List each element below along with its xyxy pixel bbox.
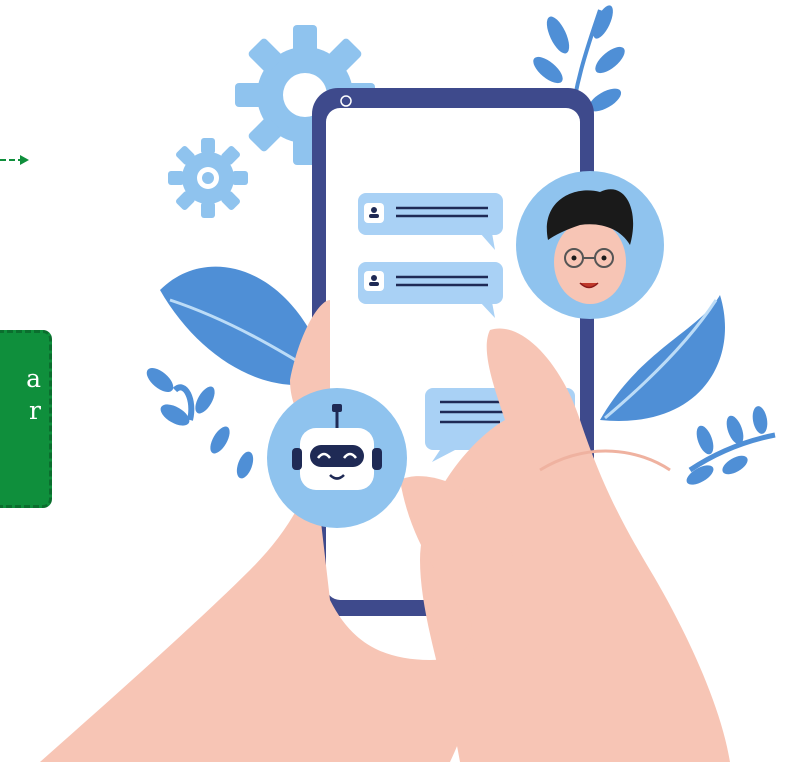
gear-small-icon — [168, 138, 248, 218]
phone-chat-illustration — [40, 5, 776, 762]
chatbot-illustration-stage: a r — [0, 0, 792, 762]
robot-avatar-icon — [267, 388, 407, 528]
user-avatar-icon — [516, 171, 664, 319]
leaf-right-icon — [600, 295, 776, 485]
